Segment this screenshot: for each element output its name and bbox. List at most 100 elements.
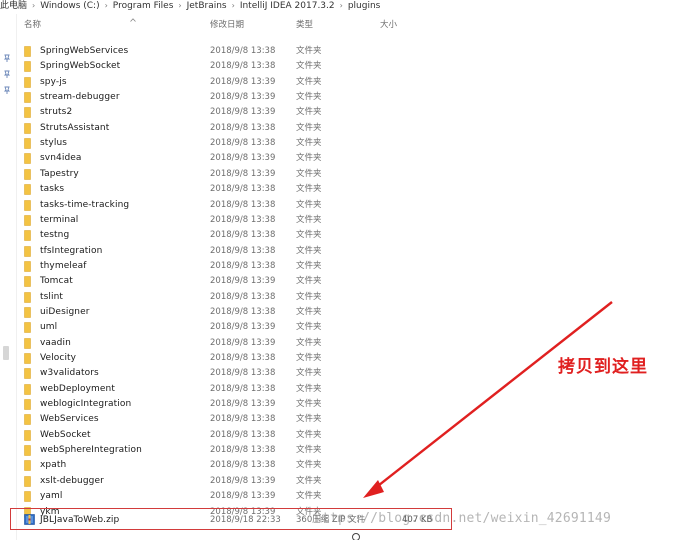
folder-row[interactable]: spy-js 2018/9/8 13:39 文件夹 <box>18 75 498 90</box>
folder-row[interactable]: xpath 2018/9/8 13:38 文件夹 <box>18 458 498 473</box>
column-header-date[interactable]: 修改日期 <box>210 18 244 32</box>
folder-row[interactable]: WebSocket 2018/9/8 13:38 文件夹 <box>18 428 498 443</box>
file-explorer-window: 此电脑 › Windows (C:) › Program Files › JetBrains… <box>0 0 680 540</box>
breadcrumb-separator: › <box>104 1 108 10</box>
folder-icon <box>24 245 31 257</box>
folder-row[interactable]: testng 2018/9/8 13:38 文件夹 <box>18 228 498 243</box>
folder-type: 文件夹 <box>296 76 322 87</box>
folder-icon <box>24 399 31 410</box>
folder-name: uml <box>40 322 58 333</box>
folder-row[interactable]: tfsIntegration 2018/9/8 13:38 文件夹 <box>18 244 498 259</box>
folder-date: 2018/9/8 13:38 <box>210 199 276 210</box>
folder-icon <box>24 414 31 426</box>
nav-scrollbar-thumb[interactable] <box>3 346 9 360</box>
folder-date: 2018/9/8 13:39 <box>210 92 276 103</box>
navigation-pane <box>0 14 17 540</box>
folder-type: 文件夹 <box>296 46 322 56</box>
pin-icon[interactable] <box>3 70 11 78</box>
column-header-type[interactable]: 类型 <box>296 18 313 32</box>
folder-row[interactable]: uiDesigner 2018/9/8 13:38 文件夹 <box>18 305 498 320</box>
folder-row[interactable]: webDeployment 2018/9/8 13:38 文件夹 <box>18 382 498 397</box>
folder-date: 2018/9/8 13:39 <box>210 76 276 87</box>
folder-row[interactable]: Velocity 2018/9/8 13:38 文件夹 <box>18 351 498 366</box>
folder-row[interactable]: stream-debugger 2018/9/8 13:39 文件夹 <box>18 90 498 105</box>
folder-row[interactable]: terminal 2018/9/8 13:38 文件夹 <box>18 213 498 228</box>
folder-type: 文件夹 <box>296 122 322 133</box>
folder-type: 文件夹 <box>296 399 322 410</box>
folder-name: SpringWebSocket <box>40 61 121 72</box>
folder-icon <box>24 307 31 318</box>
folder-row[interactable]: tasks-time-tracking 2018/9/8 13:38 文件夹 <box>18 198 498 213</box>
folder-row[interactable]: tslint 2018/9/8 13:38 文件夹 <box>18 290 498 305</box>
folder-date: 2018/9/8 13:39 <box>210 153 276 164</box>
folder-name: xpath <box>40 460 67 471</box>
folder-row[interactable]: w3validators 2018/9/8 13:38 文件夹 <box>18 366 498 381</box>
breadcrumb-item-plugins[interactable]: plugins <box>348 0 381 12</box>
breadcrumb-item-intellij-idea[interactable]: IntelliJ IDEA 2017.3.2 <box>240 0 335 12</box>
pin-icon[interactable] <box>3 86 11 94</box>
folder-date: 2018/9/8 13:38 <box>210 460 276 471</box>
folder-icon <box>24 61 31 73</box>
folder-icon <box>24 107 31 119</box>
folder-row[interactable]: svn4idea 2018/9/8 13:39 文件夹 <box>18 151 498 166</box>
folder-name: vaadin <box>40 337 71 348</box>
folder-date: 2018/9/8 13:39 <box>210 491 276 502</box>
folder-date: 2018/9/8 13:38 <box>210 46 276 56</box>
folder-type: 文件夹 <box>296 138 322 149</box>
folder-row[interactable]: struts2 2018/9/8 13:39 文件夹 <box>18 105 498 120</box>
folder-date: 2018/9/8 13:38 <box>210 353 276 363</box>
folder-date: 2018/9/8 13:39 <box>210 107 276 118</box>
folder-row[interactable]: yaml 2018/9/8 13:39 文件夹 <box>18 489 498 504</box>
folder-type: 文件夹 <box>296 168 322 179</box>
folder-type: 文件夹 <box>296 414 322 425</box>
folder-type: 文件夹 <box>296 214 322 225</box>
folder-row[interactable]: SpringWebSocket 2018/9/8 13:38 文件夹 <box>18 59 498 74</box>
folder-icon <box>24 153 31 165</box>
folder-icon <box>24 353 31 364</box>
folder-type: 文件夹 <box>296 460 322 471</box>
folder-row[interactable]: xslt-debugger 2018/9/8 13:39 文件夹 <box>18 474 498 489</box>
folder-type: 文件夹 <box>296 107 322 118</box>
folder-date: 2018/9/8 13:38 <box>210 445 276 456</box>
folder-name: tfsIntegration <box>40 245 103 256</box>
folder-icon <box>24 322 31 334</box>
folder-date: 2018/9/8 13:38 <box>210 368 276 379</box>
pin-icon[interactable] <box>3 54 11 62</box>
folder-row[interactable]: StrutsAssistant 2018/9/8 13:38 文件夹 <box>18 121 498 136</box>
folder-row[interactable]: WebServices 2018/9/8 13:38 文件夹 <box>18 412 498 427</box>
breadcrumb-item-this-pc[interactable]: 此电脑 <box>0 0 27 12</box>
folder-name: w3validators <box>40 368 99 379</box>
folder-row[interactable]: vaadin 2018/9/8 13:39 文件夹 <box>18 336 498 351</box>
column-header: 名称 修改日期 类型 大小 <box>18 18 518 32</box>
folder-date: 2018/9/8 13:38 <box>210 61 276 72</box>
folder-row[interactable]: Tomcat 2018/9/8 13:39 文件夹 <box>18 274 498 289</box>
folder-row[interactable]: Tapestry 2018/9/8 13:39 文件夹 <box>18 167 498 182</box>
folder-type: 文件夹 <box>296 491 322 502</box>
folder-row[interactable]: weblogicIntegration 2018/9/8 13:39 文件夹 <box>18 397 498 412</box>
folder-row[interactable]: tasks 2018/9/8 13:38 文件夹 <box>18 182 498 197</box>
folder-row[interactable]: stylus 2018/9/8 13:38 文件夹 <box>18 136 498 151</box>
folder-icon <box>24 215 31 226</box>
folder-icon <box>24 230 31 241</box>
folder-row[interactable]: SpringWebServices 2018/9/8 13:38 文件夹 <box>18 44 498 59</box>
breadcrumb-item-windows-c[interactable]: Windows (C:) <box>40 0 99 12</box>
breadcrumb-separator: › <box>32 1 36 10</box>
folder-type: 文件夹 <box>296 353 322 363</box>
breadcrumb-separator: › <box>178 1 182 10</box>
folder-icon <box>24 123 31 134</box>
folder-name: webDeployment <box>40 383 115 394</box>
folder-icon <box>24 337 31 349</box>
folder-name: yaml <box>40 491 63 502</box>
folder-icon <box>24 460 31 472</box>
folder-row[interactable]: uml 2018/9/8 13:39 文件夹 <box>18 320 498 335</box>
breadcrumb-item-jetbrains[interactable]: JetBrains <box>187 0 227 12</box>
breadcrumb-item-program-files[interactable]: Program Files <box>113 0 174 12</box>
column-header-name[interactable]: 名称 <box>24 18 41 32</box>
folder-type: 文件夹 <box>296 184 322 195</box>
annotation-label: 拷贝到这里 <box>558 357 648 377</box>
folder-row[interactable]: webSphereIntegration 2018/9/8 13:38 文件夹 <box>18 443 498 458</box>
horizontal-scroll-indicator[interactable] <box>352 533 360 540</box>
column-header-size[interactable]: 大小 <box>380 18 397 32</box>
folder-name: thymeleaf <box>40 260 87 271</box>
folder-row[interactable]: thymeleaf 2018/9/8 13:38 文件夹 <box>18 259 498 274</box>
